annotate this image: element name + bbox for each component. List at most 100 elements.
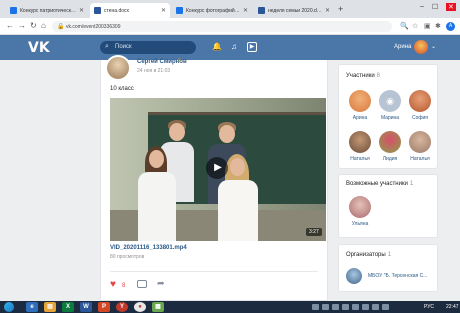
video-duration: 3:27	[306, 228, 322, 236]
member-name: Арина	[352, 115, 368, 121]
docx-favicon-icon	[94, 7, 101, 14]
extension-icon[interactable]: ▣	[424, 22, 431, 30]
member-name: Наталья	[350, 156, 370, 162]
member-name: Ульяна	[351, 221, 369, 227]
tab-label: неделя семьи 2020.docx	[268, 7, 322, 14]
tray-icon[interactable]	[342, 304, 349, 310]
member-item[interactable]: София	[405, 90, 435, 121]
comment-icon[interactable]	[137, 280, 147, 288]
member-item[interactable]: Наталья	[345, 131, 375, 162]
member-name: Марина	[380, 115, 400, 121]
vk-header: VK ⌕ Поиск 🔔 ♫ ▶ Арина ⌄	[0, 35, 460, 60]
tray-icon[interactable]	[352, 304, 359, 310]
tab-1[interactable]: Конкурс патриотической песни ✕	[6, 3, 88, 18]
forward-arrow-icon[interactable]: →	[18, 21, 26, 30]
heart-icon[interactable]: ♥	[110, 279, 116, 290]
tray-icon[interactable]	[322, 304, 329, 310]
camera-icon: ◉	[379, 90, 401, 112]
browser-tab-bar: Конкурс патриотической песни ✕ стена.doc…	[0, 0, 460, 18]
member-avatar	[409, 90, 431, 112]
zoom-icon[interactable]: 🔍	[400, 22, 409, 30]
tray-icon[interactable]	[312, 304, 319, 310]
organizers-title[interactable]: Организаторы 1	[346, 252, 391, 258]
user-name[interactable]: Арина	[394, 44, 411, 50]
lock-icon: 🔒	[57, 24, 65, 30]
explorer-icon[interactable]: e	[26, 302, 38, 312]
folder-icon[interactable]: ▤	[44, 302, 56, 312]
participants-label: Участники	[346, 73, 375, 79]
divider	[110, 271, 318, 272]
clock[interactable]: 22:47	[446, 304, 459, 310]
user-avatar[interactable]	[414, 40, 428, 54]
tab-2[interactable]: стена.docx ✕	[90, 3, 170, 18]
yandex-icon[interactable]: Y	[116, 302, 128, 312]
start-button[interactable]	[4, 302, 14, 312]
video-title[interactable]: VID_20201116_133801.mp4	[110, 245, 187, 251]
url-field[interactable]: 🔒 vk.com/event200336309	[52, 21, 392, 32]
search-icon: ⌕	[105, 43, 109, 50]
language-indicator[interactable]: РУС	[424, 304, 434, 310]
share-icon[interactable]: ➦	[157, 278, 165, 289]
play-video-icon[interactable]: ▶	[206, 157, 228, 179]
url-text: vk.com/event200336309	[66, 24, 121, 30]
tray-icon[interactable]	[382, 304, 389, 310]
tab-4[interactable]: неделя семьи 2020.docx ✕	[254, 3, 334, 18]
member-item[interactable]: Ульяна	[345, 196, 375, 227]
close-tab-icon[interactable]: ✕	[243, 7, 248, 14]
member-item[interactable]: Арина	[345, 90, 375, 121]
system-tray	[312, 304, 430, 310]
chrome-icon[interactable]: ●	[134, 302, 146, 312]
word-icon[interactable]: W	[80, 302, 92, 312]
organizer-avatar[interactable]	[346, 268, 362, 284]
bell-icon[interactable]: 🔔	[212, 42, 222, 51]
author-avatar[interactable]	[105, 55, 131, 81]
tray-icon[interactable]	[332, 304, 339, 310]
back-arrow-icon[interactable]: ←	[6, 21, 14, 30]
minimize-button[interactable]: –	[420, 3, 424, 10]
tray-icon[interactable]	[372, 304, 379, 310]
possible-count: 1	[409, 181, 414, 187]
member-avatar	[409, 131, 431, 153]
emoji-icon: ☺	[176, 58, 183, 64]
member-item[interactable]: Наталья	[405, 131, 435, 162]
tab-label: Конкурс фотографий «Семья и...»	[186, 7, 240, 14]
participants-title[interactable]: Участники 8	[346, 73, 380, 79]
member-name: Наталья	[410, 156, 430, 162]
tab-3[interactable]: Конкурс фотографий «Семья и...» ✕	[172, 3, 252, 18]
member-avatar	[349, 131, 371, 153]
like-count[interactable]: 8	[122, 283, 125, 289]
possible-participants-title[interactable]: Возможные участники 1	[346, 181, 413, 187]
chevron-down-icon[interactable]: ⌄	[431, 43, 436, 50]
tab-label: Конкурс патриотической песни	[20, 7, 76, 14]
close-window-button[interactable]: ✕	[446, 3, 456, 11]
video-player[interactable]: ▶ 3:27	[110, 98, 326, 241]
music-note-icon[interactable]: ♫	[231, 42, 237, 51]
member-item[interactable]: ◉ Марина	[375, 90, 405, 121]
vk-logo[interactable]: VK	[28, 40, 50, 56]
puzzle-icon[interactable]: ✱	[435, 22, 441, 30]
close-tab-icon[interactable]: ✕	[325, 7, 330, 14]
reload-icon[interactable]: ↻	[30, 21, 37, 30]
organizer-name[interactable]: МБОУ "Б. Терсенская С...	[368, 273, 427, 279]
tray-icon[interactable]	[362, 304, 369, 310]
browser-profile-avatar[interactable]: А	[446, 22, 455, 31]
excel-icon[interactable]: X	[62, 302, 74, 312]
maximize-button[interactable]: ☐	[432, 3, 438, 11]
member-avatar	[349, 196, 371, 218]
new-tab-button[interactable]: +	[338, 4, 343, 14]
post-date[interactable]: 24 ноя в 21:03	[137, 68, 170, 74]
home-icon[interactable]: ⌂	[41, 21, 46, 30]
organizers-count: 1	[387, 252, 392, 258]
search-input[interactable]: ⌕ Поиск	[100, 41, 196, 54]
image-viewer-icon[interactable]: ▦	[152, 302, 164, 312]
possible-label: Возможные участники	[346, 181, 408, 187]
member-item[interactable]: Лидия	[375, 131, 405, 162]
member-name: София	[411, 115, 428, 121]
member-avatar	[349, 90, 371, 112]
close-tab-icon[interactable]: ✕	[161, 7, 166, 14]
vk-favicon-icon	[176, 7, 183, 14]
star-icon[interactable]: ☆	[412, 22, 418, 30]
close-tab-icon[interactable]: ✕	[79, 7, 84, 14]
play-icon[interactable]: ▶	[247, 42, 257, 52]
powerpoint-icon[interactable]: P	[98, 302, 110, 312]
